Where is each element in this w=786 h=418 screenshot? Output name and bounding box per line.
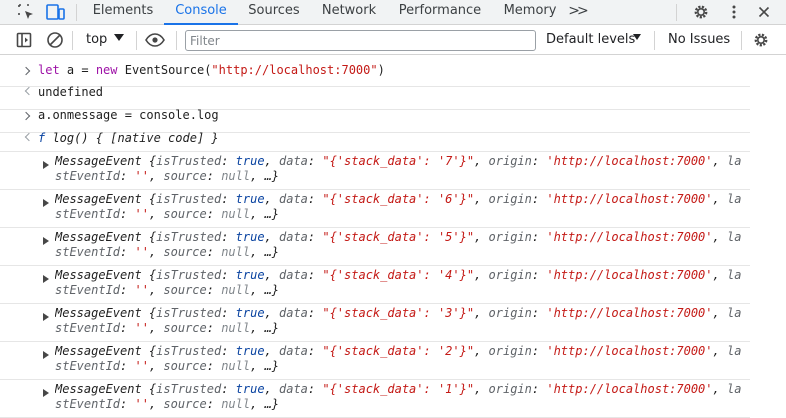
toolbar-divider: [176, 31, 177, 50]
log-levels-chevron-icon[interactable]: [633, 34, 641, 40]
result-arrow-icon: [24, 132, 34, 142]
context-selector[interactable]: top: [86, 32, 107, 47]
console-input-text: let a = new EventSource("http://localhos…: [38, 63, 385, 77]
more-tabs-button[interactable]: >>: [566, 0, 588, 25]
context-dropdown-icon[interactable]: [114, 34, 124, 41]
result-arrow-icon: [24, 86, 34, 96]
message-event-line-2: stEventId: '', source: null, …}: [55, 359, 280, 373]
tab-memory[interactable]: Memory: [492, 0, 568, 25]
console-input-text: a.onmessage = console.log: [38, 108, 219, 122]
message-event-row[interactable]: MessageEvent {isTrusted: true, data: "{'…: [0, 228, 750, 266]
expand-triangle-icon[interactable]: [43, 199, 49, 207]
message-event-row[interactable]: MessageEvent {isTrusted: true, data: "{'…: [0, 304, 750, 342]
console-toolbar: top Default levels No Issues: [0, 25, 786, 55]
tab-console[interactable]: Console: [164, 0, 238, 25]
live-expression-eye-icon[interactable]: [143, 29, 167, 51]
message-event-line-1: MessageEvent {isTrusted: true, data: "{'…: [55, 192, 742, 206]
settings-gear-icon[interactable]: [689, 1, 713, 23]
tab-performance[interactable]: Performance: [388, 0, 492, 25]
console-result-row: f log() { [native code] }: [0, 131, 750, 152]
message-event-row[interactable]: MessageEvent {isTrusted: true, data: "{'…: [0, 380, 750, 418]
message-event-line-2: stEventId: '', source: null, …}: [55, 397, 280, 411]
inspect-element-icon[interactable]: [14, 1, 38, 23]
console-settings-gear-icon[interactable]: [749, 29, 773, 51]
message-event-line-1: MessageEvent {isTrusted: true, data: "{'…: [55, 344, 742, 358]
message-event-line-2: stEventId: '', source: null, …}: [55, 321, 280, 335]
console-result-row: undefined: [0, 85, 750, 110]
console-result-text: undefined: [38, 85, 104, 99]
toolbar-divider: [654, 31, 655, 50]
message-event-line-2: stEventId: '', source: null, …}: [55, 169, 280, 183]
toolbar-divider: [676, 4, 677, 21]
tab-elements[interactable]: Elements: [82, 0, 164, 25]
message-event-line-1: MessageEvent {isTrusted: true, data: "{'…: [55, 154, 742, 168]
device-toolbar-icon[interactable]: [44, 1, 68, 23]
console-input-row[interactable]: let a = new EventSource("http://localhos…: [0, 63, 750, 87]
message-event-row[interactable]: MessageEvent {isTrusted: true, data: "{'…: [0, 266, 750, 304]
expand-triangle-icon[interactable]: [43, 237, 49, 245]
expand-triangle-icon[interactable]: [43, 275, 49, 283]
tab-sources[interactable]: Sources: [238, 0, 310, 25]
close-devtools-icon[interactable]: [752, 1, 776, 23]
console-input-row[interactable]: a.onmessage = console.log: [0, 108, 750, 133]
toolbar-divider: [76, 4, 77, 21]
toolbar-divider: [72, 31, 73, 50]
message-event-line-2: stEventId: '', source: null, …}: [55, 283, 280, 297]
message-event-row[interactable]: MessageEvent {isTrusted: true, data: "{'…: [0, 190, 750, 228]
filter-input[interactable]: [185, 30, 536, 51]
toolbar-divider: [136, 31, 137, 50]
clear-console-icon[interactable]: [43, 29, 67, 51]
devtools-tab-bar: Elements Console Sources Network Perform…: [0, 0, 786, 25]
message-event-row[interactable]: MessageEvent {isTrusted: true, data: "{'…: [0, 342, 750, 380]
message-event-line-1: MessageEvent {isTrusted: true, data: "{'…: [55, 382, 742, 396]
message-event-line-2: stEventId: '', source: null, …}: [55, 207, 280, 221]
toolbar-divider: [741, 31, 742, 50]
message-event-line-1: MessageEvent {isTrusted: true, data: "{'…: [55, 268, 742, 282]
console-result-function: f log() { [native code] }: [38, 131, 219, 145]
tab-network[interactable]: Network: [310, 0, 388, 25]
more-options-icon[interactable]: [722, 1, 746, 23]
log-levels-dropdown[interactable]: Default levels: [546, 32, 635, 47]
message-event-line-2: stEventId: '', source: null, …}: [55, 245, 280, 259]
input-prompt-chevron-icon: [21, 66, 31, 76]
input-prompt-chevron-icon: [21, 111, 31, 121]
expand-triangle-icon[interactable]: [43, 351, 49, 359]
message-event-line-1: MessageEvent {isTrusted: true, data: "{'…: [55, 230, 742, 244]
show-sidebar-icon[interactable]: [12, 29, 36, 51]
expand-triangle-icon[interactable]: [43, 313, 49, 321]
console-output: let a = new EventSource("http://localhos…: [0, 56, 786, 418]
issues-counter[interactable]: No Issues: [668, 32, 730, 47]
message-event-row[interactable]: MessageEvent {isTrusted: true, data: "{'…: [0, 152, 750, 190]
expand-triangle-icon[interactable]: [43, 389, 49, 397]
expand-triangle-icon[interactable]: [43, 161, 49, 169]
message-event-line-1: MessageEvent {isTrusted: true, data: "{'…: [55, 306, 742, 320]
